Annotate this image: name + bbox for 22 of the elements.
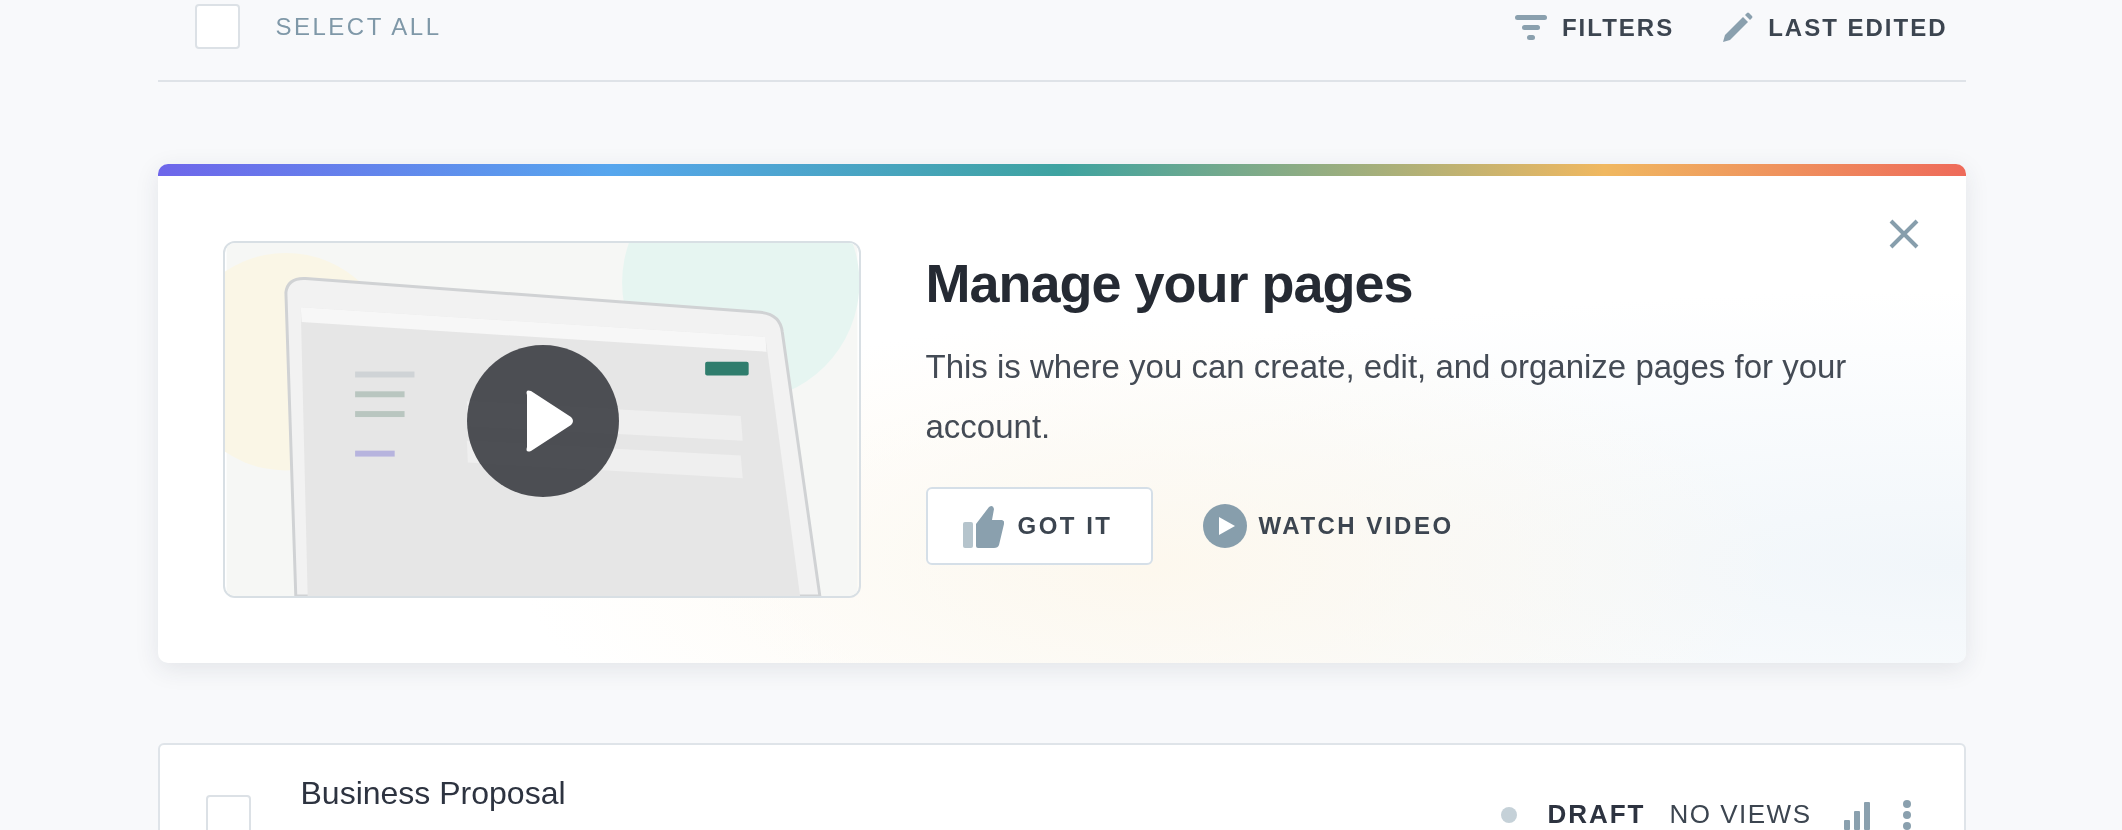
filters-button[interactable]: FILTERS: [1513, 13, 1675, 43]
pencil-icon: [1720, 11, 1755, 45]
status-dot-icon: [1501, 806, 1518, 823]
select-all-checkbox[interactable]: [194, 4, 240, 49]
page-views: NO VIEWS: [1669, 799, 1812, 830]
filter-icon: [1513, 13, 1548, 43]
page-status: DRAFT: [1547, 799, 1646, 830]
watch-video-button[interactable]: WATCH VIDEO: [1202, 504, 1454, 548]
page-checkbox[interactable]: [205, 795, 251, 830]
page-title[interactable]: Business Proposal: [300, 775, 566, 812]
play-icon: [466, 345, 619, 497]
page-card[interactable]: Business Proposal DRAFT NO VIEWS: [157, 743, 1966, 830]
thumbs-up-icon: [961, 504, 1004, 548]
got-it-button[interactable]: GOT IT: [925, 487, 1153, 565]
intro-title: Manage your pages: [925, 252, 1414, 315]
more-icon: [1901, 799, 1912, 830]
sort-button[interactable]: LAST EDITED: [1720, 11, 1948, 45]
play-icon: [1202, 504, 1247, 548]
bar-chart-icon: [1841, 799, 1872, 830]
close-icon: [1887, 218, 1920, 250]
more-button[interactable]: [1901, 799, 1912, 830]
intro-description: This is where you can create, edit, and organize pages for your account.: [925, 347, 1848, 447]
